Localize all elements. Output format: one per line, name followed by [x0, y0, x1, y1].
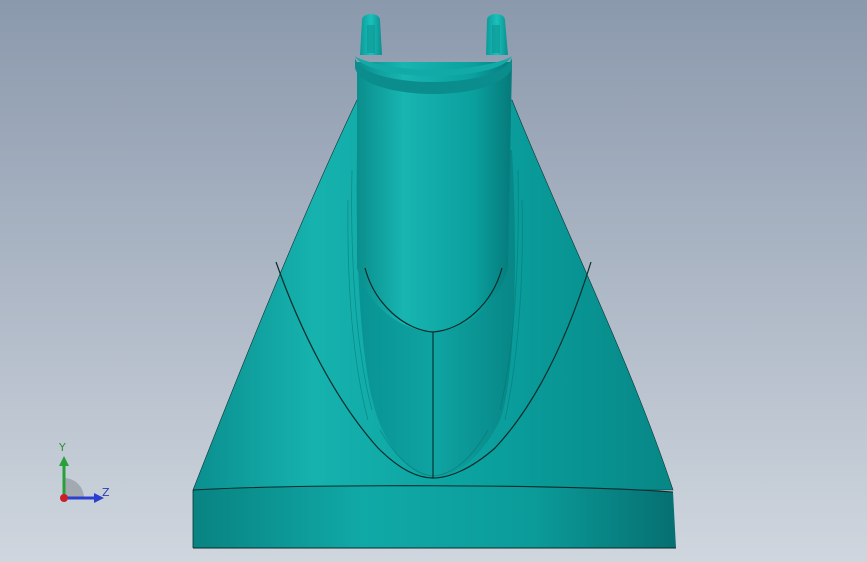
- x-axis-dot: [60, 494, 68, 502]
- cad-3d-viewport[interactable]: Y Z: [0, 0, 867, 562]
- right-lug-face: [492, 25, 500, 53]
- triad-plane-quadrant: [64, 478, 84, 498]
- base-block[interactable]: [193, 485, 676, 548]
- reference-triad: Y Z: [50, 440, 120, 510]
- left-lug-face: [367, 25, 375, 53]
- model-scene[interactable]: [0, 0, 867, 562]
- y-axis-label: Y: [59, 441, 66, 454]
- tube-body[interactable]: [357, 62, 512, 332]
- z-axis-label: Z: [102, 486, 110, 499]
- y-axis-arrowhead: [59, 456, 69, 466]
